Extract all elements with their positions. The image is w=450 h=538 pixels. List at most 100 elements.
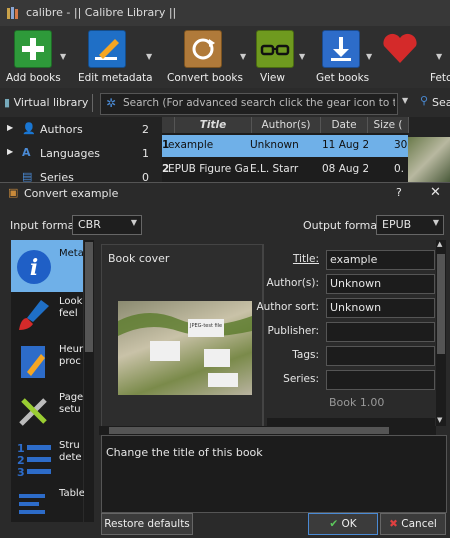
expand-arrow-icon[interactable]: ▶ [7, 123, 13, 132]
output-format-label: Output format: [303, 219, 386, 232]
tag-browser-item-languages[interactable]: ▶ A Languages 1 [0, 143, 160, 165]
section-structure-detection[interactable]: 123 Stru dete [11, 432, 83, 484]
convert-dialog: ▣ Convert example ? ✕ Input format: CBR … [0, 182, 450, 538]
search-icon: ⚲ [420, 94, 429, 107]
book-cover-label: Book cover [108, 252, 170, 265]
chevron-down-icon[interactable]: ▼ [60, 52, 66, 61]
conversion-sections-list[interactable]: i Meta Look feel Heur proc Page setu 123 [11, 240, 85, 522]
calibre-logo-icon [6, 6, 20, 20]
languages-icon: A [22, 146, 31, 159]
input-format-select[interactable]: CBR ▼ [72, 215, 142, 235]
restore-defaults-button[interactable]: Restore defaults [101, 513, 193, 535]
column-header-size[interactable]: Size ( [368, 117, 409, 133]
tags-label: Tags: [292, 349, 319, 361]
view-button[interactable]: View ▼ [252, 28, 308, 86]
scrollbar-thumb[interactable] [85, 242, 93, 352]
checkmark-icon: ✔ [329, 518, 339, 530]
table-of-contents-icon [15, 488, 53, 526]
section-look-and-feel[interactable]: Look feel [11, 288, 83, 340]
scroll-down-icon[interactable]: ▼ [437, 416, 442, 424]
dialog-titlebar: ▣ Convert example ? ✕ [0, 183, 450, 203]
get-books-icon [322, 30, 360, 68]
tags-field[interactable] [326, 346, 435, 366]
metadata-panel: Book cover JPEG-test file Title: example… [99, 240, 438, 430]
convert-books-button[interactable]: Convert books ▼ [164, 28, 250, 86]
search-history-dropdown[interactable]: ▼ [402, 96, 408, 105]
author-sort-label: Author sort: [256, 301, 319, 313]
book-cover-thumbnail [408, 137, 450, 182]
help-description-text: Change the title of this book [106, 446, 263, 459]
authors-label: Author(s): [266, 277, 319, 289]
chevron-down-icon: ▼ [432, 218, 439, 227]
chevron-down-icon[interactable]: ▼ [366, 52, 372, 61]
search-placeholder: Search (For advanced search click the ge… [123, 97, 395, 109]
edit-metadata-button[interactable]: Edit metadata ▼ [76, 28, 158, 86]
metadata-info-icon: i [15, 248, 53, 286]
cancel-x-icon: ✖ [389, 518, 398, 530]
section-page-setup[interactable]: Page setu [11, 384, 83, 436]
section-heuristic-processing[interactable]: Heur proc [11, 336, 83, 388]
authors-field[interactable]: Unknown [326, 274, 435, 294]
add-books-button[interactable]: Add books ▼ [0, 28, 70, 86]
book-list-table[interactable]: Title Author(s) Date Size ( 1 example Un… [162, 117, 409, 182]
table-row[interactable]: 2 EPUB Figure Ga... E.L. Starr 08 Aug 2.… [162, 159, 408, 181]
column-header-date[interactable]: Date [321, 117, 368, 133]
cancel-button[interactable]: ✖ Cancel [380, 513, 446, 535]
tag-browser-item-authors[interactable]: ▶ 👤 Authors 2 [0, 119, 160, 141]
convert-books-icon [184, 30, 222, 68]
fetch-news-button[interactable]: ▼ Fetc [378, 28, 450, 86]
expand-arrow-icon[interactable]: ▶ [7, 147, 13, 156]
title-field[interactable]: example [326, 250, 435, 270]
page-setup-tools-icon [15, 392, 53, 430]
help-button[interactable]: ? [396, 186, 402, 199]
panel-scrollbar[interactable]: ▲ ▼ [436, 240, 446, 426]
section-table-of-contents[interactable]: Table [11, 480, 85, 522]
format-row: Input format: CBR ▼ Output format: EPUB … [0, 213, 450, 237]
structure-detection-icon: 123 [15, 440, 53, 479]
edit-metadata-icon [88, 30, 126, 68]
virtual-library-button[interactable]: ▮ Virtual library [4, 96, 88, 109]
library-view: ▶ 👤 Authors 2 ▶ A Languages 1 ▤ Series 0… [0, 117, 450, 184]
search-input[interactable]: ✲ Search (For advanced search click the … [100, 93, 398, 115]
scrollbar-thumb[interactable] [437, 254, 445, 354]
series-index-field[interactable]: Book 1.00 [326, 394, 433, 412]
heuristic-processing-icon [15, 344, 53, 382]
scroll-up-icon[interactable]: ▲ [437, 240, 442, 248]
author-sort-field[interactable]: Unknown [326, 298, 435, 318]
authors-icon: 👤 [22, 122, 36, 135]
chevron-down-icon[interactable]: ▼ [436, 52, 442, 61]
chevron-down-icon[interactable]: ▼ [146, 52, 152, 61]
main-toolbar: Add books ▼ Edit metadata ▼ Convert book… [0, 26, 450, 88]
search-row: ▮ Virtual library ✲ Search (For advanced… [0, 90, 450, 116]
search-button[interactable]: Sea [432, 96, 450, 109]
table-row[interactable]: 1 example Unknown 11 Aug 2... 30 [162, 135, 408, 157]
ok-button[interactable]: ✔ OK [308, 513, 378, 535]
add-book-icon [14, 30, 52, 68]
view-glasses-icon [256, 30, 294, 68]
look-and-feel-brush-icon [15, 296, 53, 334]
window-title: calibre - || Calibre Library || [26, 6, 177, 19]
title-label: Title: [292, 253, 319, 265]
output-format-select[interactable]: EPUB ▼ [376, 215, 444, 235]
chevron-down-icon[interactable]: ▼ [240, 52, 246, 61]
divider [92, 94, 93, 112]
chevron-down-icon[interactable]: ▼ [299, 52, 305, 61]
series-field[interactable] [326, 370, 435, 390]
sections-scrollbar[interactable] [84, 240, 94, 522]
column-header-authors[interactable]: Author(s) [252, 117, 321, 133]
gear-icon[interactable]: ✲ [106, 96, 116, 110]
dialog-close-button[interactable]: ✕ [430, 185, 441, 200]
window-titlebar: calibre - || Calibre Library || [0, 0, 450, 26]
svg-text:3: 3 [17, 466, 25, 478]
field-box-partial [267, 418, 435, 426]
get-books-button[interactable]: Get books ▼ [312, 28, 374, 86]
column-header-title[interactable]: Title [175, 117, 252, 133]
scrollbar-thumb[interactable] [109, 427, 389, 434]
help-description-box: Change the title of this book [101, 435, 447, 513]
heart-icon [380, 30, 417, 66]
chevron-down-icon: ▼ [130, 218, 137, 227]
section-metadata[interactable]: i Meta [11, 240, 84, 292]
book-cover-group: Book cover JPEG-test file [101, 244, 263, 430]
publisher-field[interactable] [326, 322, 435, 342]
panel-hscrollbar[interactable] [99, 426, 436, 435]
